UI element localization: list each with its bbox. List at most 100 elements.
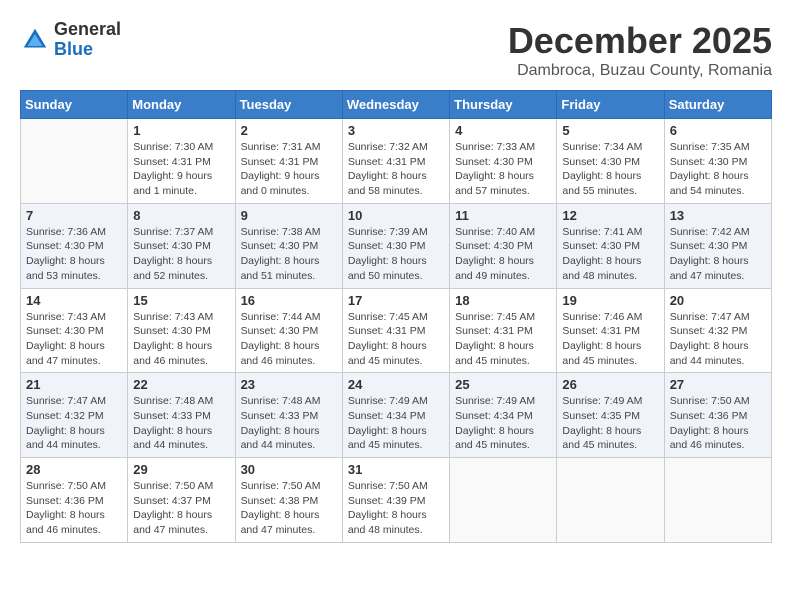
day-cell: 30 Sunrise: 7:50 AMSunset: 4:38 PMDayligh… bbox=[235, 458, 342, 543]
day-number: 18 bbox=[455, 293, 551, 308]
week-row-4: 21Sunrise: 7:47 AMSunset: 4:32 PMDayligh… bbox=[21, 373, 772, 458]
day-info: Sunrise: 7:40 AMSunset: 4:30 PMDaylight:… bbox=[455, 225, 551, 284]
day-number: 19 bbox=[562, 293, 658, 308]
day-number: 1 bbox=[133, 123, 229, 138]
day-number: 24 bbox=[348, 377, 444, 392]
day-info: Sunrise: 7:47 AMSunset: 4:32 PMDaylight:… bbox=[26, 394, 122, 453]
day-info: Sunrise: 7:49 AMSunset: 4:34 PMDaylight:… bbox=[348, 394, 444, 453]
day-cell: 28 Sunrise: 7:50 AMSunset: 4:36 PMDayligh… bbox=[21, 458, 128, 543]
day-info: Sunrise: 7:50 AMSunset: 4:37 PMDaylight:… bbox=[133, 479, 229, 538]
week-row-5: 28 Sunrise: 7:50 AMSunset: 4:36 PMDayligh… bbox=[21, 458, 772, 543]
day-cell: 19Sunrise: 7:46 AMSunset: 4:31 PMDayligh… bbox=[557, 288, 664, 373]
day-cell: 29 Sunrise: 7:50 AMSunset: 4:37 PMDayligh… bbox=[128, 458, 235, 543]
day-cell: 20Sunrise: 7:47 AMSunset: 4:32 PMDayligh… bbox=[664, 288, 771, 373]
day-info: Sunrise: 7:43 AMSunset: 4:30 PMDaylight:… bbox=[133, 310, 229, 369]
day-info: Sunrise: 7:36 AMSunset: 4:30 PMDaylight:… bbox=[26, 225, 122, 284]
day-cell: 8Sunrise: 7:37 AMSunset: 4:30 PMDaylight… bbox=[128, 203, 235, 288]
day-cell: 16Sunrise: 7:44 AMSunset: 4:30 PMDayligh… bbox=[235, 288, 342, 373]
day-info: Sunrise: 7:31 AMSunset: 4:31 PMDaylight:… bbox=[241, 140, 337, 199]
day-number: 2 bbox=[241, 123, 337, 138]
day-number: 5 bbox=[562, 123, 658, 138]
day-number: 22 bbox=[133, 377, 229, 392]
header-day-sunday: Sunday bbox=[21, 91, 128, 119]
day-cell: 13 Sunrise: 7:42 AMSunset: 4:30 PMDayligh… bbox=[664, 203, 771, 288]
day-info: Sunrise: 7:32 AMSunset: 4:31 PMDaylight:… bbox=[348, 140, 444, 199]
day-number: 30 bbox=[241, 462, 337, 477]
day-cell bbox=[450, 458, 557, 543]
location-subtitle: Dambroca, Buzau County, Romania bbox=[508, 62, 772, 80]
day-cell: 31 Sunrise: 7:50 AMSunset: 4:39 PMDayligh… bbox=[342, 458, 449, 543]
day-cell: 1 Sunrise: 7:30 AMSunset: 4:31 PMDaylight… bbox=[128, 119, 235, 204]
header-row: SundayMondayTuesdayWednesdayThursdayFrid… bbox=[21, 91, 772, 119]
day-info: Sunrise: 7:38 AMSunset: 4:30 PMDaylight:… bbox=[241, 225, 337, 284]
day-number: 6 bbox=[670, 123, 766, 138]
day-number: 14 bbox=[26, 293, 122, 308]
day-number: 29 bbox=[133, 462, 229, 477]
day-info: Sunrise: 7:33 AMSunset: 4:30 PMDaylight:… bbox=[455, 140, 551, 199]
day-info: Sunrise: 7:48 AMSunset: 4:33 PMDaylight:… bbox=[133, 394, 229, 453]
day-cell bbox=[664, 458, 771, 543]
day-cell: 9 Sunrise: 7:38 AMSunset: 4:30 PMDaylight… bbox=[235, 203, 342, 288]
day-cell: 5Sunrise: 7:34 AMSunset: 4:30 PMDaylight… bbox=[557, 119, 664, 204]
logo-text: General Blue bbox=[54, 20, 121, 60]
day-number: 13 bbox=[670, 208, 766, 223]
day-cell bbox=[21, 119, 128, 204]
day-info: Sunrise: 7:50 AMSunset: 4:36 PMDaylight:… bbox=[670, 394, 766, 453]
calendar-table: SundayMondayTuesdayWednesdayThursdayFrid… bbox=[20, 90, 772, 543]
day-cell: 12 Sunrise: 7:41 AMSunset: 4:30 PMDayligh… bbox=[557, 203, 664, 288]
day-info: Sunrise: 7:50 AMSunset: 4:36 PMDaylight:… bbox=[26, 479, 122, 538]
day-cell: 22 Sunrise: 7:48 AMSunset: 4:33 PMDayligh… bbox=[128, 373, 235, 458]
day-number: 3 bbox=[348, 123, 444, 138]
page-header: General Blue December 2025 Dambroca, Buz… bbox=[20, 20, 772, 80]
day-cell: 25 Sunrise: 7:49 AMSunset: 4:34 PMDayligh… bbox=[450, 373, 557, 458]
day-number: 8 bbox=[133, 208, 229, 223]
day-number: 27 bbox=[670, 377, 766, 392]
header-day-tuesday: Tuesday bbox=[235, 91, 342, 119]
week-row-2: 7 Sunrise: 7:36 AMSunset: 4:30 PMDaylight… bbox=[21, 203, 772, 288]
header-day-friday: Friday bbox=[557, 91, 664, 119]
day-cell: 23Sunrise: 7:48 AMSunset: 4:33 PMDayligh… bbox=[235, 373, 342, 458]
day-number: 9 bbox=[241, 208, 337, 223]
day-number: 28 bbox=[26, 462, 122, 477]
day-cell: 7 Sunrise: 7:36 AMSunset: 4:30 PMDaylight… bbox=[21, 203, 128, 288]
day-info: Sunrise: 7:49 AMSunset: 4:35 PMDaylight:… bbox=[562, 394, 658, 453]
day-info: Sunrise: 7:41 AMSunset: 4:30 PMDaylight:… bbox=[562, 225, 658, 284]
day-info: Sunrise: 7:44 AMSunset: 4:30 PMDaylight:… bbox=[241, 310, 337, 369]
header-day-wednesday: Wednesday bbox=[342, 91, 449, 119]
week-row-3: 14 Sunrise: 7:43 AMSunset: 4:30 PMDayligh… bbox=[21, 288, 772, 373]
day-info: Sunrise: 7:35 AMSunset: 4:30 PMDaylight:… bbox=[670, 140, 766, 199]
day-info: Sunrise: 7:39 AMSunset: 4:30 PMDaylight:… bbox=[348, 225, 444, 284]
logo: General Blue bbox=[20, 20, 121, 60]
calendar-header: SundayMondayTuesdayWednesdayThursdayFrid… bbox=[21, 91, 772, 119]
day-cell: 6 Sunrise: 7:35 AMSunset: 4:30 PMDaylight… bbox=[664, 119, 771, 204]
day-info: Sunrise: 7:49 AMSunset: 4:34 PMDaylight:… bbox=[455, 394, 551, 453]
day-number: 10 bbox=[348, 208, 444, 223]
day-number: 25 bbox=[455, 377, 551, 392]
day-cell: 17Sunrise: 7:45 AMSunset: 4:31 PMDayligh… bbox=[342, 288, 449, 373]
day-number: 4 bbox=[455, 123, 551, 138]
day-cell: 18 Sunrise: 7:45 AMSunset: 4:31 PMDayligh… bbox=[450, 288, 557, 373]
title-area: December 2025 Dambroca, Buzau County, Ro… bbox=[508, 20, 772, 80]
day-number: 20 bbox=[670, 293, 766, 308]
day-cell: 15 Sunrise: 7:43 AMSunset: 4:30 PMDayligh… bbox=[128, 288, 235, 373]
day-number: 7 bbox=[26, 208, 122, 223]
day-cell: 4 Sunrise: 7:33 AMSunset: 4:30 PMDaylight… bbox=[450, 119, 557, 204]
day-info: Sunrise: 7:45 AMSunset: 4:31 PMDaylight:… bbox=[455, 310, 551, 369]
day-info: Sunrise: 7:48 AMSunset: 4:33 PMDaylight:… bbox=[241, 394, 337, 453]
day-cell: 24 Sunrise: 7:49 AMSunset: 4:34 PMDayligh… bbox=[342, 373, 449, 458]
day-number: 15 bbox=[133, 293, 229, 308]
day-cell: 3 Sunrise: 7:32 AMSunset: 4:31 PMDaylight… bbox=[342, 119, 449, 204]
day-info: Sunrise: 7:43 AMSunset: 4:30 PMDaylight:… bbox=[26, 310, 122, 369]
day-info: Sunrise: 7:50 AMSunset: 4:38 PMDaylight:… bbox=[241, 479, 337, 538]
day-number: 11 bbox=[455, 208, 551, 223]
day-number: 31 bbox=[348, 462, 444, 477]
day-info: Sunrise: 7:42 AMSunset: 4:30 PMDaylight:… bbox=[670, 225, 766, 284]
day-number: 12 bbox=[562, 208, 658, 223]
header-day-monday: Monday bbox=[128, 91, 235, 119]
calendar-body: 1 Sunrise: 7:30 AMSunset: 4:31 PMDaylight… bbox=[21, 119, 772, 543]
month-title: December 2025 bbox=[508, 20, 772, 62]
day-cell: 26Sunrise: 7:49 AMSunset: 4:35 PMDayligh… bbox=[557, 373, 664, 458]
day-info: Sunrise: 7:50 AMSunset: 4:39 PMDaylight:… bbox=[348, 479, 444, 538]
day-cell bbox=[557, 458, 664, 543]
day-info: Sunrise: 7:30 AMSunset: 4:31 PMDaylight:… bbox=[133, 140, 229, 199]
